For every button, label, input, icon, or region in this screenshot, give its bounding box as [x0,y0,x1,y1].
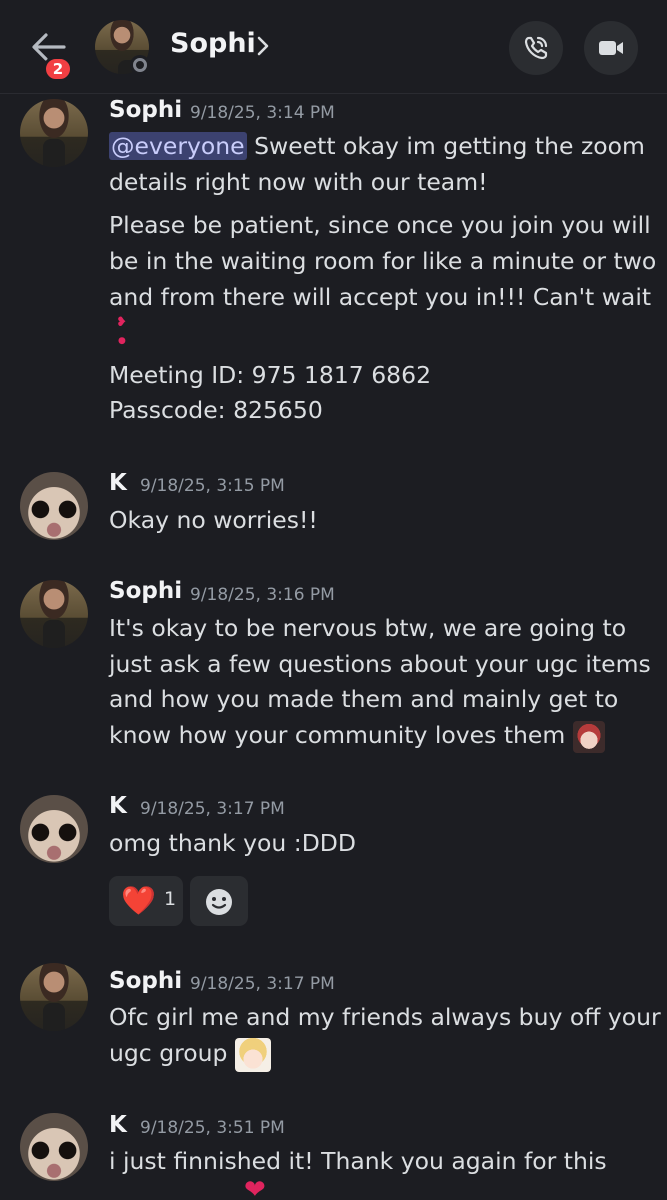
message-line: Passcode: 825650 [109,396,323,424]
message-line: Ofc girl me and my friends always buy of… [109,1003,661,1031]
message-line: Please be patient, since once you join y… [109,211,651,239]
everyone-mention[interactable]: @everyone [109,132,247,160]
message-timestamp: 9/18/25, 3:17 PM [140,799,285,819]
message-line: i just finnished it! Thank you again for… [109,1147,607,1175]
message-line: details right now with our team! [109,168,488,196]
avatar[interactable] [20,580,88,648]
message-line: Okay no worries!! [109,506,318,534]
heart-emoji-icon: ❤ [244,1175,266,1200]
message-timestamp: 9/18/25, 3:14 PM [190,103,335,123]
offline-status-icon [130,55,150,75]
message-line: know how your community loves them [109,718,605,753]
message-author[interactable]: Sophi [109,578,182,604]
message-author[interactable]: Sophi [109,97,182,123]
message-line: and from there will accept you in!!! Can… [109,283,652,311]
message-line: ugc group [109,1036,271,1072]
message-timestamp: 9/18/25, 3:51 PM [140,1118,285,1138]
message-line: Meeting ID: 975 1817 6862 [109,361,432,389]
chat-header: 2 Sophi [0,0,667,94]
anime-blonde-emoji-icon [234,1037,271,1072]
channel-name[interactable]: Sophi [170,28,256,59]
message-author[interactable]: Sophi [109,968,182,994]
voice-call-button[interactable] [509,21,563,75]
message-line: omg thank you :DDD [109,829,356,857]
message-author[interactable]: K [109,1112,127,1138]
message-line: just ask a few questions about your ugc … [109,650,651,678]
video-call-button[interactable] [584,21,638,75]
heart-reaction[interactable]: ❤️ 1 [109,876,183,926]
reaction-count: 1 [164,888,177,910]
heart-emoji-icon: ❥ [116,315,127,330]
message-line: be in the waiting room for like a minute… [109,247,657,275]
message-line: It's okay to be nervous btw, we are goin… [109,614,627,642]
avatar[interactable] [20,99,88,167]
message-timestamp: 9/18/25, 3:17 PM [190,974,335,994]
message-timestamp: 9/18/25, 3:15 PM [140,476,285,496]
smile-icon [206,889,232,915]
chevron-right-icon[interactable] [255,33,271,59]
message-author[interactable]: K [109,793,127,819]
message-line: and how you made them and mainly get to [109,685,619,713]
avatar[interactable] [20,963,88,1031]
phone-call-icon [524,36,548,60]
avatar[interactable] [20,472,88,540]
message-line: @everyone Sweett okay im getting the zoo… [109,132,645,160]
anime-girl-emoji-icon [572,720,605,753]
avatar[interactable] [20,1113,88,1181]
message-timestamp: 9/18/25, 3:16 PM [190,585,335,605]
message-author[interactable]: K [109,470,127,496]
heart-icon: ❤️ [121,884,156,917]
channel-avatar[interactable] [95,20,151,76]
video-camera-icon [599,41,623,55]
add-reaction-button[interactable] [190,876,248,926]
avatar[interactable] [20,795,88,863]
heart-emoji-icon: ● [118,336,126,346]
unread-badge: 2 [43,56,73,82]
